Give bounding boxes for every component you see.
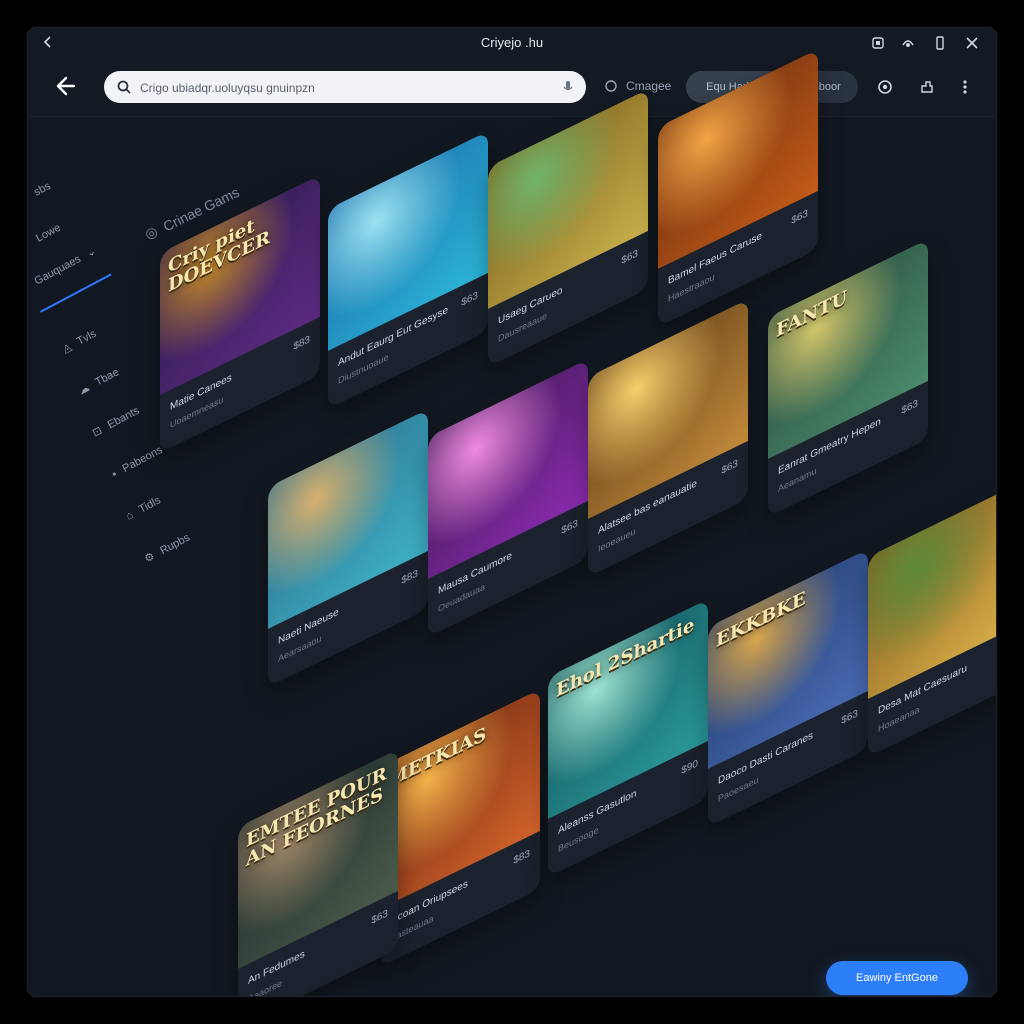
game-price: $83 <box>401 567 418 587</box>
mic-icon[interactable] <box>562 80 574 94</box>
device-icon[interactable] <box>932 35 948 51</box>
chevron-down-icon: ⌄ <box>84 244 99 260</box>
toolbar: Cmagee Equ Harb .. Ehnboor <box>28 58 996 117</box>
sidebar-item-tvls[interactable]: ◬ Tvls <box>60 327 99 356</box>
search-bar <box>104 71 586 103</box>
more-menu-icon[interactable] <box>956 78 974 96</box>
title-bar: Criyejo .hu <box>28 28 996 58</box>
sidebar-item-label: Tvls <box>74 327 99 348</box>
sidebar-item-label: Lowe <box>34 221 63 245</box>
controller-icon[interactable] <box>900 35 916 51</box>
tag-icon: ◬ <box>60 340 74 356</box>
sidebar-item-label: Tbae <box>93 365 121 389</box>
game-price: $63 <box>791 207 808 227</box>
game-price: $63 <box>901 397 918 417</box>
game-price: $63 <box>621 247 638 267</box>
game-price: $63 <box>721 457 738 477</box>
app-window: Criyejo .hu Cmagee Equ Harb .. Ehnboor s… <box>28 28 996 996</box>
primary-action-button[interactable]: Eawiny EntGone <box>826 961 968 995</box>
game-price: $63 <box>841 707 858 727</box>
refresh-icon <box>605 80 617 92</box>
bookmark-icon: ⊡ <box>90 424 105 440</box>
section-icon: ◎ <box>142 222 160 243</box>
sidebar-item-games[interactable]: Gauquaes ⌄ <box>32 244 98 287</box>
close-icon[interactable] <box>964 35 980 51</box>
puzzle-icon[interactable] <box>918 78 936 96</box>
sidebar-item-label: Gauquaes <box>32 252 83 288</box>
game-price: $63 <box>561 517 578 537</box>
game-price: $63 <box>371 907 388 927</box>
game-price: $63 <box>461 289 478 309</box>
cloud-icon: ☁ <box>76 381 92 398</box>
game-price: $83 <box>513 847 530 867</box>
profile-icon[interactable] <box>876 78 894 96</box>
sidebar-item-tbae[interactable]: ☁ Tbae <box>76 365 121 398</box>
sidebar-title: sbs <box>32 179 53 199</box>
change-link-label: Cmagee <box>626 79 672 93</box>
game-price: $83 <box>293 333 310 353</box>
bookmark-icon[interactable] <box>870 35 886 51</box>
nav-back-icon[interactable] <box>50 72 78 100</box>
window-title: Criyejo .hu <box>480 35 544 50</box>
sidebar-item-home[interactable]: Lowe <box>34 222 63 245</box>
search-input[interactable] <box>138 77 562 99</box>
search-icon <box>117 80 131 94</box>
game-price: $90 <box>681 757 698 777</box>
card-icon: ▪ <box>110 468 120 481</box>
